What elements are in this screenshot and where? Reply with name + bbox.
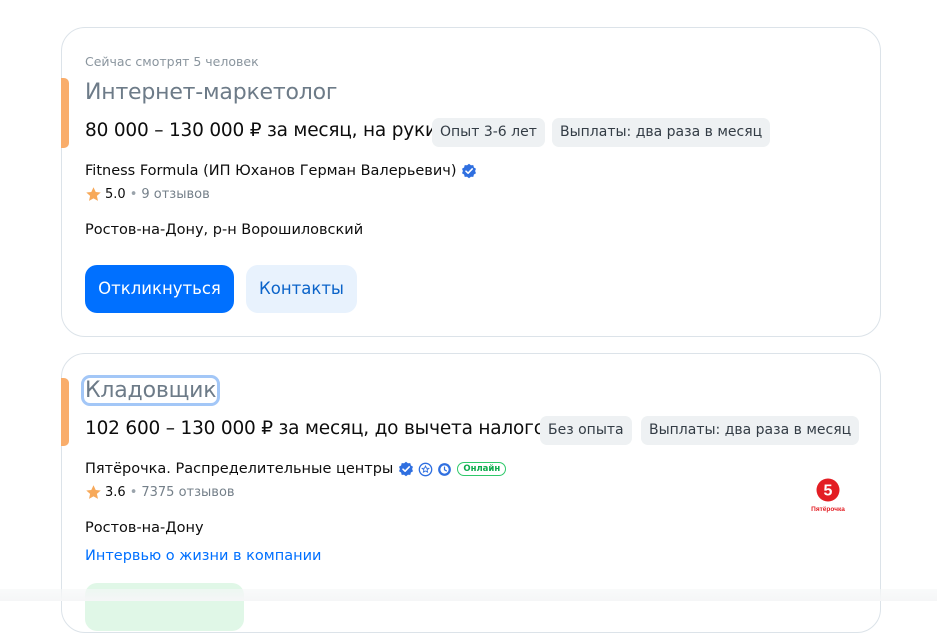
verified-icon	[399, 461, 414, 477]
experience-chip: Опыт 3-6 лет	[432, 118, 545, 147]
salary: 80 000 – 130 000 ₽ за месяц, на руки	[85, 120, 437, 141]
company-row: Fitness Formula (ИП Юханов Герман Валерь…	[85, 163, 477, 179]
verified-icon	[462, 163, 477, 179]
company-logo[interactable]: 5 Пятёрочка	[806, 474, 850, 514]
logo-number: 5	[824, 483, 833, 500]
company-row: Пятёрочка. Распределительные центры Онла…	[85, 461, 507, 477]
highlight-stripe	[61, 78, 69, 148]
location: Ростов-на-Дону, р-н Ворошиловский	[85, 222, 364, 238]
company-name[interactable]: Fitness Formula (ИП Юханов Герман Валерь…	[85, 163, 456, 179]
bottom-fade	[0, 589, 937, 601]
salary: 102 600 – 130 000 ₽ за месяц, до вычета …	[85, 418, 556, 439]
star-icon	[86, 485, 101, 499]
reviews-count[interactable]: 7375 отзывов	[141, 485, 234, 500]
payout-chip: Выплаты: два раза в месяц	[552, 118, 771, 147]
respond-button[interactable]: Откликнуться	[85, 265, 234, 313]
vacancy-title[interactable]: Кладовщик	[80, 375, 221, 406]
payout-chip: Выплаты: два раза в месяц	[641, 416, 860, 445]
rating-row: 3.6 • 7375 отзывов	[85, 484, 235, 501]
rating-row: 5.0 • 9 отзывов	[85, 186, 210, 203]
vacancy-card-1[interactable]: Сейчас смотрят 5 человек Интернет-маркет…	[61, 27, 881, 337]
experience-chip: Без опыта	[540, 416, 632, 445]
reviews-count[interactable]: 9 отзывов	[141, 187, 209, 202]
contacts-button[interactable]: Контакты	[246, 265, 357, 313]
star-icon	[86, 187, 101, 201]
viewers-count: Сейчас смотрят 5 человек	[85, 54, 259, 69]
company-name[interactable]: Пятёрочка. Распределительные центры	[85, 461, 393, 477]
award-icon[interactable]	[418, 462, 433, 477]
rating-value: 3.6	[105, 485, 126, 500]
online-badge: Онлайн	[457, 462, 507, 476]
clock-badge-icon[interactable]	[437, 462, 452, 477]
vacancy-title[interactable]: Интернет-маркетолог	[85, 80, 337, 105]
separator-dot: •	[129, 485, 138, 500]
logo-text: Пятёрочка	[811, 506, 845, 513]
separator-dot: •	[129, 187, 138, 202]
interview-link[interactable]: Интервью о жизни в компании	[85, 548, 321, 564]
rating-value: 5.0	[105, 187, 126, 202]
highlight-stripe	[61, 378, 69, 446]
location: Ростов-на-Дону	[85, 520, 204, 536]
